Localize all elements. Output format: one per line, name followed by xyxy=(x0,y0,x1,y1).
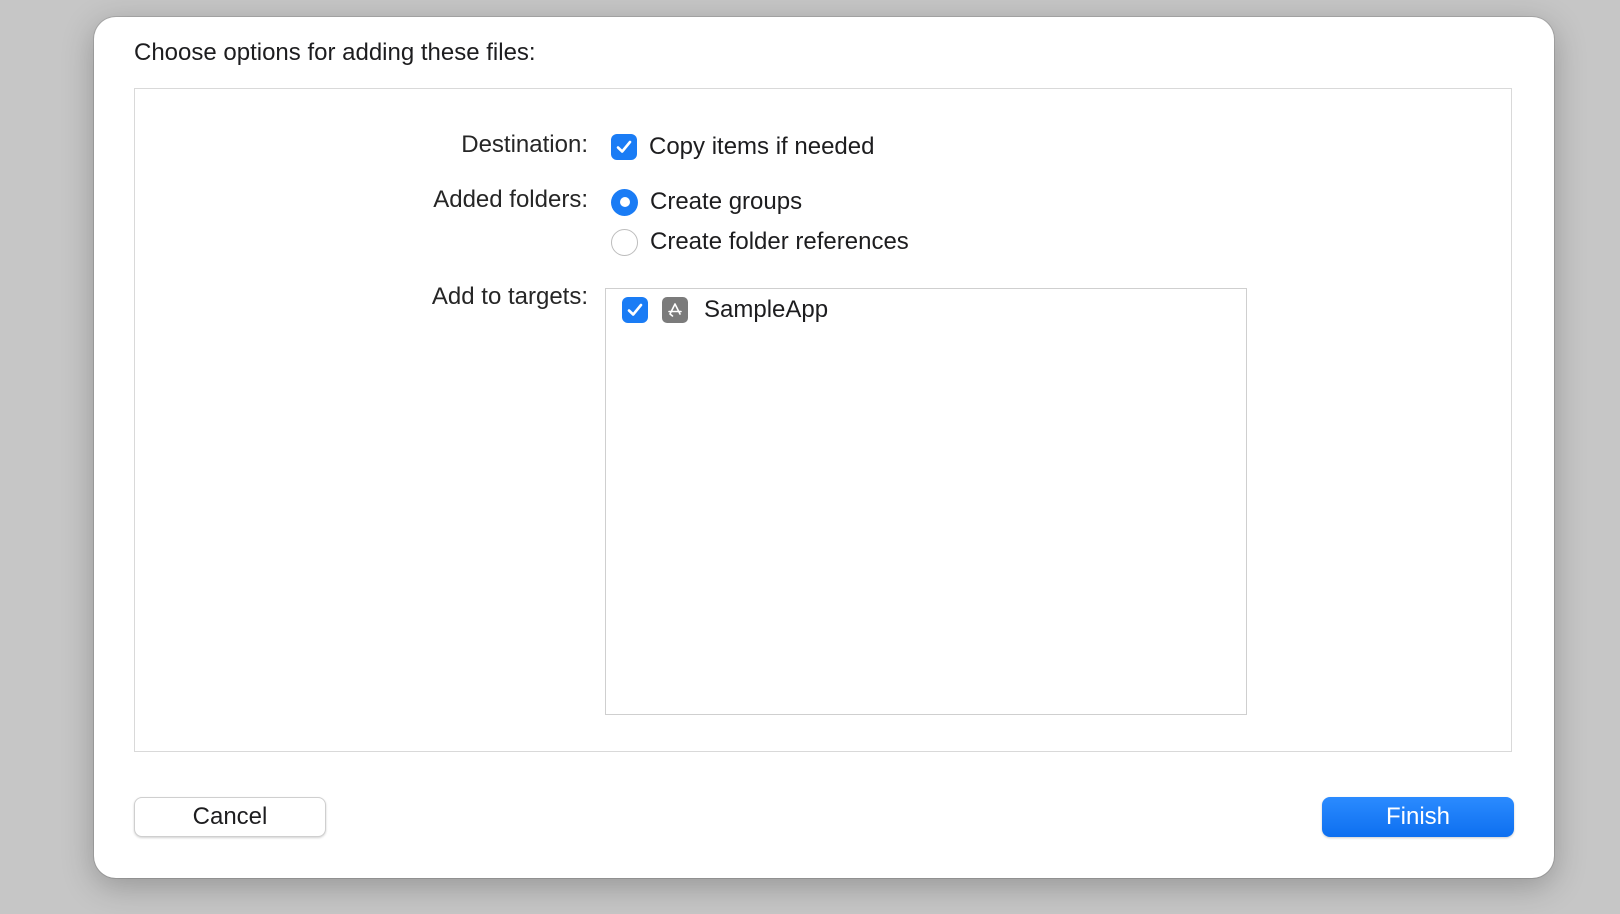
checkmark-icon xyxy=(616,140,632,153)
add-files-options-sheet: Choose options for adding these files: D… xyxy=(94,17,1554,878)
finish-button[interactable]: Finish xyxy=(1322,797,1514,837)
create-groups-radio-control[interactable]: Create groups xyxy=(611,188,802,216)
create-folder-references-label: Create folder references xyxy=(650,228,909,255)
target-row[interactable]: SampleApp xyxy=(622,296,828,324)
create-groups-radio[interactable] xyxy=(611,188,638,216)
copy-items-checkbox[interactable] xyxy=(611,134,637,160)
add-to-targets-label: Add to targets: xyxy=(431,283,588,310)
checkmark-icon xyxy=(627,303,643,316)
target-name: SampleApp xyxy=(704,296,829,323)
cancel-button[interactable]: Cancel xyxy=(134,797,326,837)
targets-list[interactable]: SampleApp xyxy=(605,288,1247,715)
sheet-title: Choose options for adding these files: xyxy=(134,39,536,66)
create-folder-references-radio-control[interactable]: Create folder references xyxy=(611,228,909,256)
copy-items-label: Copy items if needed xyxy=(649,133,875,160)
options-panel: Destination: Copy items if needed Added … xyxy=(134,88,1512,752)
added-folders-label: Added folders: xyxy=(433,186,588,213)
create-groups-label: Create groups xyxy=(650,188,803,215)
app-store-icon xyxy=(662,297,688,323)
create-folder-references-radio[interactable] xyxy=(611,228,638,256)
destination-label: Destination: xyxy=(461,131,588,158)
copy-items-checkbox-control[interactable]: Copy items if needed xyxy=(611,133,874,161)
target-checkbox[interactable] xyxy=(622,297,648,323)
